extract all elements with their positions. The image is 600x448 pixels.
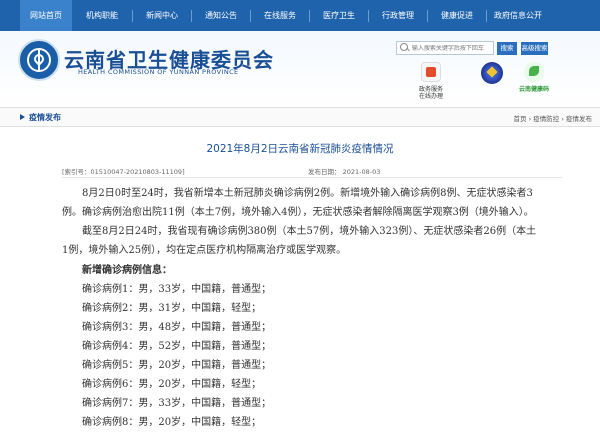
nav-item-health-promotion[interactable]: 健康促进 xyxy=(428,0,486,31)
top-nav: 网站首页 机构职能 新闻中心 通知公告 在线服务 医疗卫生 行政管理 健康促进 … xyxy=(0,0,600,31)
nav-item-admin[interactable]: 行政管理 xyxy=(369,0,427,31)
index-number: [索引号：01510047-20210803-11109] xyxy=(62,168,185,176)
case-item: 确诊病例3：男，48岁，中国籍，普通型； xyxy=(82,322,272,333)
nav-item-functions[interactable]: 机构职能 xyxy=(72,0,132,31)
breadcrumb-epidemic-release[interactable]: 疫情发布 xyxy=(566,115,592,123)
search-box xyxy=(396,41,494,55)
paragraph: 8月2日0时至24时，我省新增本土新冠肺炎确诊病例2例。新增境外输入确诊病例8例… xyxy=(62,188,534,218)
triangle-marker-icon xyxy=(20,114,25,120)
nav-item-news[interactable]: 新闻中心 xyxy=(133,0,191,31)
nav-item-gov-info[interactable]: 政府信息公开 xyxy=(487,0,549,31)
case-item: 确诊病例5：男，20岁，中国籍，普通型； xyxy=(82,360,272,371)
search-button[interactable]: 搜索 xyxy=(497,42,517,55)
site-banner: 云南省卫生健康委员会 HEALTH COMMISSION OF YUNNAN P… xyxy=(0,31,600,107)
case-item: 确诊病例6：男，20岁，中国籍，轻型； xyxy=(82,379,262,390)
case-item: 确诊病例2：男，31岁，中国籍，轻型； xyxy=(82,303,262,314)
article-title: 2021年8月2日云南省新冠肺炎疫情情况 xyxy=(206,143,394,155)
case-item: 确诊病例8：男，20岁，中国籍，轻型； xyxy=(82,417,262,428)
article-meta: [索引号：01510047-20210803-11109] 发布日期： 2021… xyxy=(62,166,562,178)
emblem-badge-icon[interactable] xyxy=(481,62,503,84)
gov-service-label[interactable]: 政务服务 在线办理 xyxy=(414,86,448,100)
publish-date: 发布日期： 2021-08-03 xyxy=(308,168,381,176)
health-code-label[interactable]: 云南健康码 xyxy=(515,86,553,93)
nav-item-online-service[interactable]: 在线服务 xyxy=(251,0,309,31)
search-input[interactable] xyxy=(411,44,493,52)
breadcrumb-bar: 疫情发布 首页 › 疫情防控 › 疫情发布 xyxy=(0,107,600,127)
gov-service-icon[interactable] xyxy=(421,62,441,82)
breadcrumb-home[interactable]: 首页 xyxy=(514,115,527,123)
health-code-icon[interactable] xyxy=(524,62,544,82)
article-body: 8月2日0时至24时，我省新增本土新冠肺炎确诊病例2例。新增境外输入确诊病例8例… xyxy=(62,184,538,432)
case-item: 确诊病例1：男，33岁，中国籍，普通型； xyxy=(82,284,272,295)
nav-item-home[interactable]: 网站首页 xyxy=(20,0,72,31)
case-info-heading: 新增确诊病例信息： xyxy=(82,265,172,276)
breadcrumb-epidemic-control[interactable]: 疫情防控 xyxy=(533,115,559,123)
case-item: 确诊病例7：男，33岁，中国籍，普通型； xyxy=(82,398,272,409)
section-title: 疫情发布 xyxy=(29,113,61,122)
breadcrumb: 首页 › 疫情防控 › 疫情发布 xyxy=(513,115,592,123)
search-icon xyxy=(400,43,410,53)
site-title-english: HEALTH COMMISSION OF YUNNAN PROVINCE xyxy=(78,68,239,76)
commission-logo-icon[interactable] xyxy=(18,39,60,81)
paragraph: 截至8月2日24时，我省现有确诊病例380例（本土57例，境外输入323例）、无… xyxy=(62,226,537,256)
nav-item-notices[interactable]: 通知公告 xyxy=(192,0,250,31)
advanced-search-button[interactable]: 高级搜索 xyxy=(521,42,548,55)
nav-item-medical[interactable]: 医疗卫生 xyxy=(310,0,368,31)
case-item: 确诊病例4：男，52岁，中国籍，普通型； xyxy=(82,341,272,352)
